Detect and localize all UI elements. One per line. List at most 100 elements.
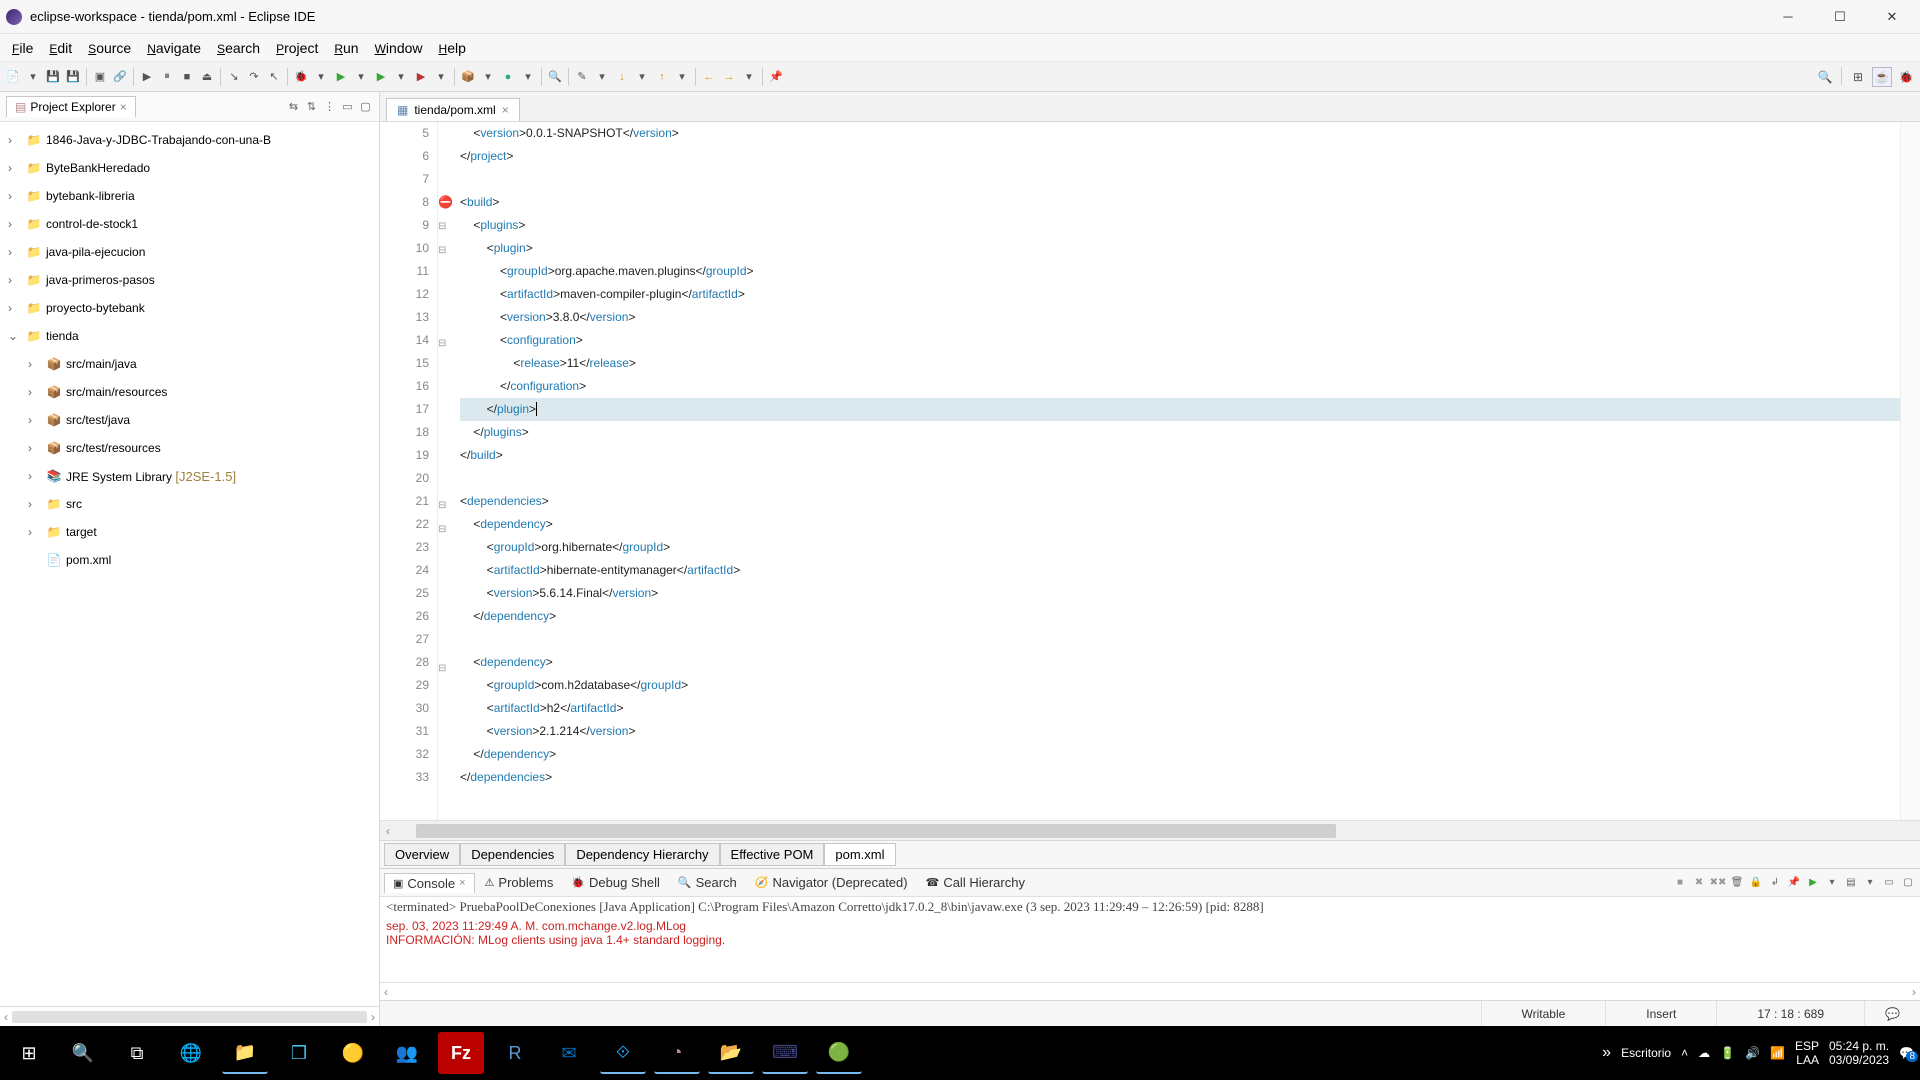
dropdown-icon[interactable]: ▾ <box>519 68 537 86</box>
menu-project[interactable]: Project <box>268 38 326 58</box>
hscroll-thumb[interactable] <box>416 824 1336 838</box>
menu-file[interactable]: File <box>4 38 41 58</box>
prev-annotation-icon[interactable]: ↑ <box>653 68 671 86</box>
explorer-hscroll[interactable]: ‹ › <box>0 1006 379 1026</box>
xml-editor[interactable]: 5678910111213141516171819202122232425262… <box>380 122 1920 820</box>
project-java-pila-ejecucion[interactable]: 📁java-pila-ejecucion <box>0 238 379 266</box>
dropdown-icon[interactable]: ▾ <box>24 68 42 86</box>
filezilla-icon[interactable]: Fz <box>438 1032 484 1074</box>
view-tab-search[interactable]: 🔍Search <box>670 873 745 892</box>
vscode-icon[interactable]: ⟐ <box>600 1032 646 1074</box>
dropdown-icon[interactable]: ▾ <box>740 68 758 86</box>
menu-run[interactable]: Run <box>326 38 366 58</box>
dropdown-icon[interactable]: ▾ <box>633 68 651 86</box>
menu-source[interactable]: Source <box>80 38 139 58</box>
link-icon[interactable]: 🔗 <box>111 68 129 86</box>
scroll-right-icon[interactable]: › <box>371 1010 375 1024</box>
start-button[interactable]: ⊞ <box>6 1032 52 1074</box>
scroll-right-icon[interactable]: › <box>1912 985 1916 999</box>
tree-src-test-java[interactable]: 📦src/test/java <box>0 406 379 434</box>
scroll-lock-icon[interactable]: 🔒 <box>1748 875 1764 891</box>
dropdown-icon[interactable]: ▾ <box>1862 875 1878 891</box>
tree-pom-xml[interactable]: 📄pom.xml <box>0 546 379 574</box>
debug-perspective-icon[interactable]: 🐞 <box>1896 67 1916 87</box>
volume-icon[interactable]: 🔊 <box>1745 1046 1760 1060</box>
new-class-icon[interactable]: ● <box>499 68 517 86</box>
suspend-icon[interactable]: ⏸ <box>158 68 176 86</box>
terminate-icon[interactable]: ■ <box>178 68 196 86</box>
dropdown-icon[interactable]: ▾ <box>392 68 410 86</box>
new-icon[interactable]: 📄 <box>4 68 22 86</box>
java-perspective-icon[interactable]: ☕ <box>1872 67 1892 87</box>
disconnect-icon[interactable]: ⏏ <box>198 68 216 86</box>
onedrive-icon[interactable]: ☁ <box>1698 1046 1710 1060</box>
project-control-de-stock1[interactable]: 📁control-de-stock1 <box>0 210 379 238</box>
code-area[interactable]: <version>0.0.1-SNAPSHOT</version></proje… <box>456 122 1900 820</box>
taskbar-clock[interactable]: 05:24 p. m. 03/09/2023 <box>1829 1039 1889 1067</box>
app-icon[interactable]: ❒ <box>276 1032 322 1074</box>
coverage-icon[interactable]: ▶ <box>372 68 390 86</box>
filter-icon[interactable]: ⋮ <box>322 99 337 114</box>
maximize-button[interactable]: ☐ <box>1826 7 1854 27</box>
eclipse-taskbar-icon[interactable]: ◔ <box>654 1032 700 1074</box>
search-icon[interactable]: 🔍 <box>60 1032 106 1074</box>
open-perspective-icon[interactable]: ⊞ <box>1848 67 1868 87</box>
scroll-left-icon[interactable]: ‹ <box>4 1010 8 1024</box>
status-notification-icon[interactable]: 💬 <box>1864 1001 1920 1026</box>
save-all-icon[interactable]: 💾 <box>64 68 82 86</box>
task-view-icon[interactable]: ⧉ <box>114 1032 160 1074</box>
toggle-mark-icon[interactable]: ✎ <box>573 68 591 86</box>
menu-edit[interactable]: Edit <box>41 38 80 58</box>
scroll-left-icon[interactable]: ‹ <box>380 824 396 838</box>
pom-tab-dependency-hierarchy[interactable]: Dependency Hierarchy <box>565 843 719 866</box>
tree-src[interactable]: 📁src <box>0 490 379 518</box>
display-console-icon[interactable]: ▶ <box>1805 875 1821 891</box>
resume-icon[interactable]: ▶ <box>138 68 156 86</box>
taskbar-desktop-label[interactable]: Escritorio <box>1621 1046 1671 1060</box>
step-into-icon[interactable]: ↘ <box>225 68 243 86</box>
editor-hscroll[interactable]: ‹ <box>380 820 1920 840</box>
tree-target[interactable]: 📁target <box>0 518 379 546</box>
dropdown-icon[interactable]: ▾ <box>1824 875 1840 891</box>
project-bytebankheredado[interactable]: 📁ByteBankHeredado <box>0 154 379 182</box>
open-console-icon[interactable]: ▤ <box>1843 875 1859 891</box>
next-annotation-icon[interactable]: ↓ <box>613 68 631 86</box>
minimize-icon[interactable]: ▭ <box>1881 875 1897 891</box>
close-button[interactable]: ✕ <box>1878 7 1906 27</box>
project-explorer-tab[interactable]: ▤ Project Explorer × <box>6 96 136 117</box>
project-tienda[interactable]: 📁tienda <box>0 322 379 350</box>
console-hscroll[interactable]: ‹ › <box>380 982 1920 1000</box>
outlook-icon[interactable]: ✉ <box>546 1032 592 1074</box>
close-icon[interactable]: × <box>502 103 509 117</box>
file-explorer-icon[interactable]: 📂 <box>708 1032 754 1074</box>
pom-tab-pom-xml[interactable]: pom.xml <box>824 843 895 866</box>
clear-console-icon[interactable]: 🗑 <box>1729 875 1745 891</box>
run-icon[interactable]: ▶ <box>332 68 350 86</box>
tray-chevron-icon[interactable]: ˄ <box>1681 1046 1688 1060</box>
explorer-icon[interactable]: 📁 <box>222 1032 268 1074</box>
dropdown-icon[interactable]: ▾ <box>352 68 370 86</box>
forward-icon[interactable]: → <box>720 68 738 86</box>
run-last-icon[interactable]: ▶ <box>412 68 430 86</box>
menu-window[interactable]: Window <box>367 38 431 58</box>
pom-tab-dependencies[interactable]: Dependencies <box>460 843 565 866</box>
step-over-icon[interactable]: ↷ <box>245 68 263 86</box>
overview-ruler[interactable] <box>1900 122 1920 820</box>
scroll-left-icon[interactable]: ‹ <box>384 985 388 999</box>
project-tree[interactable]: 📁1846-Java-y-JDBC-Trabajando-con-una-B📁B… <box>0 122 379 1006</box>
word-wrap-icon[interactable]: ↲ <box>1767 875 1783 891</box>
save-icon[interactable]: 💾 <box>44 68 62 86</box>
dropdown-icon[interactable]: ▾ <box>479 68 497 86</box>
rstudio-icon[interactable]: R <box>492 1032 538 1074</box>
view-menu-icon[interactable]: ▭ <box>340 99 355 114</box>
terminate-icon[interactable]: ■ <box>1672 875 1688 891</box>
teams-icon[interactable]: 👥 <box>384 1032 430 1074</box>
view-tab-problems[interactable]: ⚠Problems <box>477 873 562 892</box>
editor-tab-pom[interactable]: ▦ tienda/pom.xml × <box>386 98 520 121</box>
terminal-icon[interactable]: ▣ <box>91 68 109 86</box>
dropdown-icon[interactable]: ▾ <box>673 68 691 86</box>
pom-tab-effective-pom[interactable]: Effective POM <box>720 843 825 866</box>
view-tab-navigator-deprecated-[interactable]: 🧭Navigator (Deprecated) <box>747 873 916 892</box>
link-editor-icon[interactable]: ⇅ <box>304 99 319 114</box>
quick-access-icon[interactable]: 🔍 <box>1815 67 1835 87</box>
